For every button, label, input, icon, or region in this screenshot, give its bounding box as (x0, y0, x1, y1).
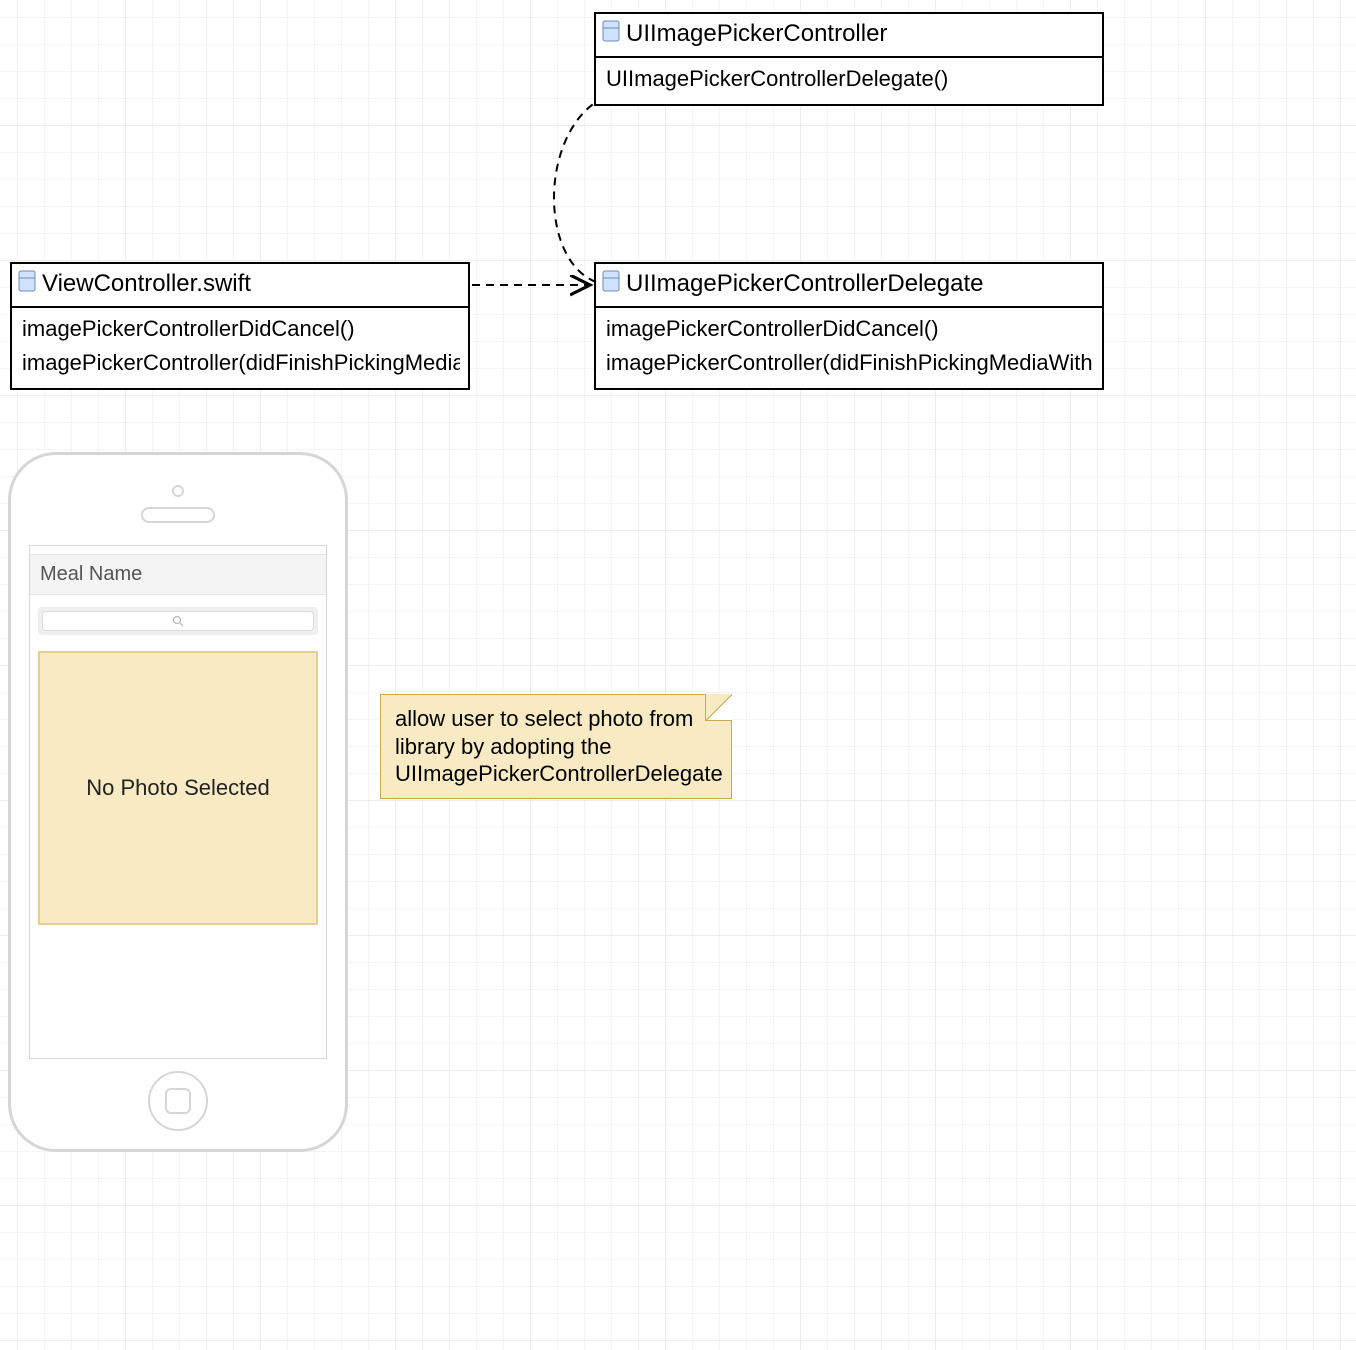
uml-class-title: UIImagePickerController (596, 14, 1102, 58)
uml-class-title: UIImagePickerControllerDelegate (596, 264, 1102, 308)
phone-screen: Meal Name No Photo Selected (29, 545, 327, 1059)
uml-class-members: imagePickerControllerDidCancel() imagePi… (12, 308, 468, 388)
class-icon (18, 270, 36, 292)
uml-class-title: ViewController.swift (12, 264, 468, 308)
meal-name-label: Meal Name (30, 554, 326, 595)
phone-camera-dot (172, 485, 184, 497)
phone-speaker (141, 507, 215, 523)
sticky-note-text: allow user to select photo from library … (395, 706, 723, 786)
photo-placeholder[interactable]: No Photo Selected (38, 651, 318, 925)
class-icon (602, 20, 620, 42)
sticky-note[interactable]: allow user to select photo from library … (380, 694, 732, 799)
home-button[interactable] (148, 1071, 208, 1131)
uml-class-title-text: ViewController.swift (42, 270, 251, 297)
diagram-canvas[interactable]: UIImagePickerController UIImagePickerCon… (0, 0, 1356, 1350)
uml-class-members: UIImagePickerControllerDelegate() (596, 58, 1102, 104)
uml-class-title-text: UIImagePickerController (626, 20, 887, 47)
uml-class-members: imagePickerControllerDidCancel() imagePi… (596, 308, 1102, 388)
uml-class-uiimagepickercontroller[interactable]: UIImagePickerController UIImagePickerCon… (594, 12, 1104, 106)
uml-class-viewcontroller[interactable]: ViewController.swift imagePickerControll… (10, 262, 470, 390)
uml-member: UIImagePickerControllerDelegate() (604, 62, 1094, 96)
uml-member: imagePickerController(didFinishPickingMe… (604, 346, 1094, 380)
uml-member: imagePickerControllerDidCancel() (604, 312, 1094, 346)
search-field[interactable] (38, 607, 318, 635)
connector-delegate-to-controller (554, 102, 596, 282)
photo-placeholder-text: No Photo Selected (86, 775, 269, 801)
class-icon (602, 270, 620, 292)
uml-member: imagePickerController(didFinishPickingMe… (20, 346, 460, 380)
search-icon (42, 611, 314, 631)
uml-class-uiimagepickercontrollerdelegate[interactable]: UIImagePickerControllerDelegate imagePic… (594, 262, 1104, 390)
uml-member: imagePickerControllerDidCancel() (20, 312, 460, 346)
uml-class-title-text: UIImagePickerControllerDelegate (626, 270, 984, 297)
iphone-mockup[interactable]: Meal Name No Photo Selected (8, 452, 348, 1152)
